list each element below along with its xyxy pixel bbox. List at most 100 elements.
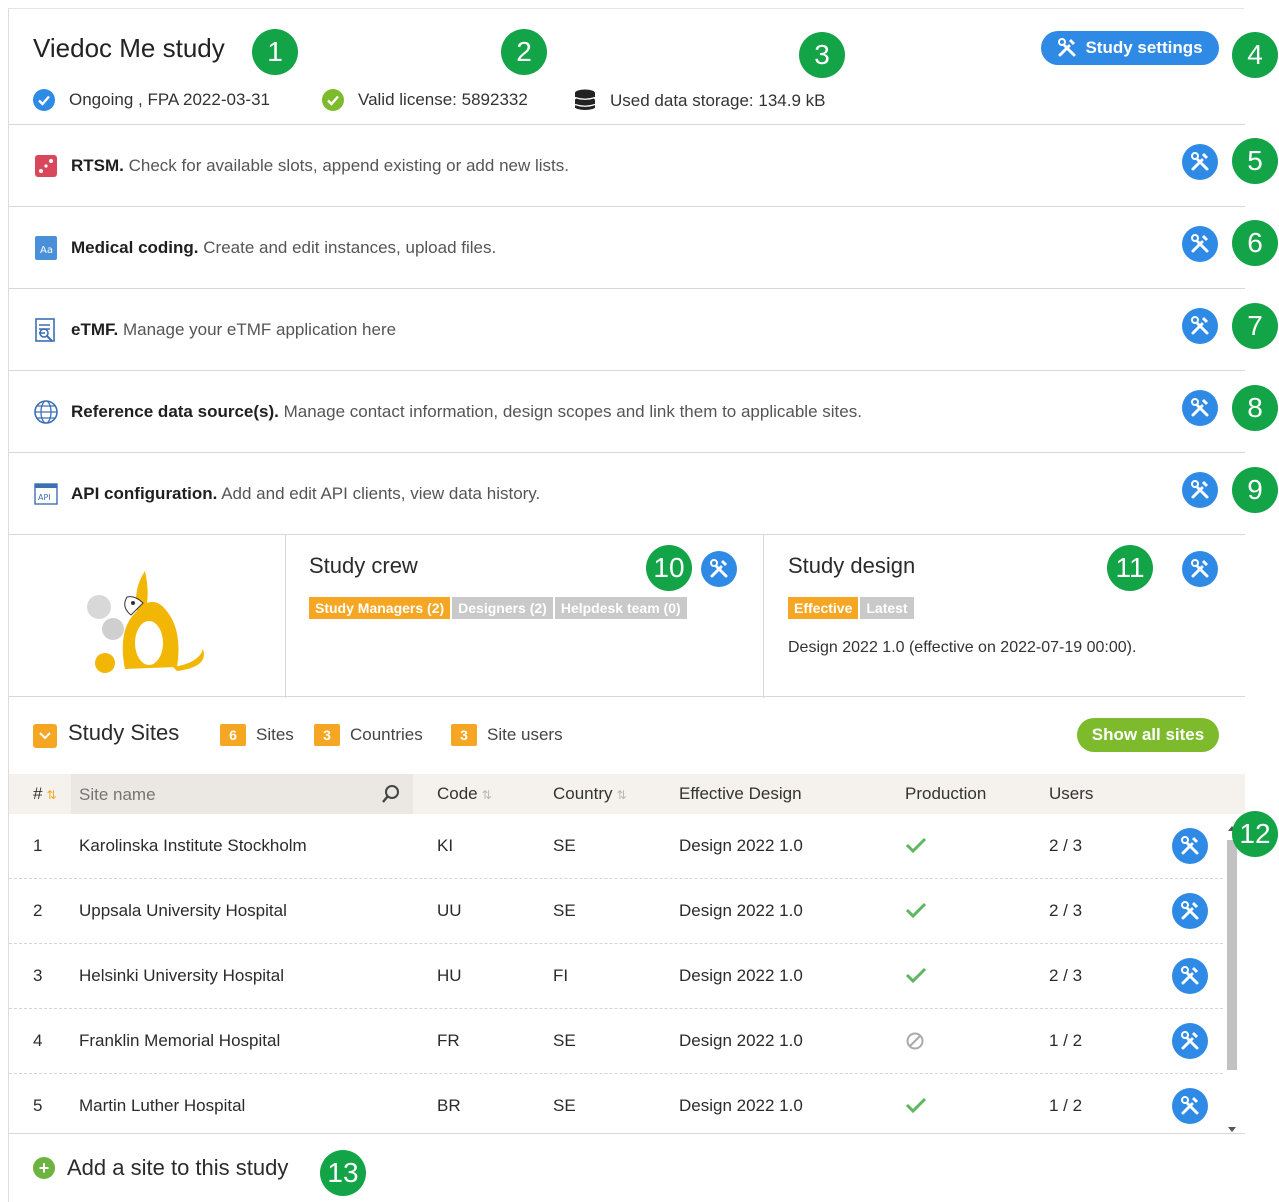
tools-icon: [1181, 1031, 1199, 1050]
table-row[interactable]: 5 Martin Luther Hospital BR SE Design 20…: [9, 1074, 1223, 1139]
production-check-icon: [905, 901, 927, 924]
study-design-settings-button[interactable]: [1182, 551, 1218, 587]
api-settings-button[interactable]: [1182, 472, 1218, 508]
table-row[interactable]: 2 Uppsala University Hospital UU SE Desi…: [9, 879, 1223, 944]
tools-icon: [1191, 316, 1209, 335]
countries-count: 3 Countries: [314, 724, 423, 746]
sites-table-scrollbar[interactable]: [1223, 822, 1241, 1140]
callout-4: 4: [1232, 32, 1278, 78]
reference-data-settings-button[interactable]: [1182, 390, 1218, 426]
production-disabled-icon: [905, 1031, 925, 1056]
site-name-search-input[interactable]: [79, 782, 369, 808]
site-users: 2 / 3: [1049, 901, 1083, 920]
site-code: HU: [437, 966, 462, 985]
site-settings-button[interactable]: [1172, 828, 1208, 864]
callout-12: 12: [1232, 811, 1278, 857]
site-country: SE: [553, 1096, 576, 1115]
chevron-down-icon: [39, 732, 51, 740]
column-effective-design: Effective Design: [679, 784, 802, 803]
tools-icon: [1191, 559, 1209, 578]
search-icon[interactable]: [381, 784, 401, 804]
svg-text:Aa: Aa: [40, 245, 53, 256]
site-settings-button[interactable]: [1172, 1088, 1208, 1124]
module-desc: Check for available slots, append existi…: [128, 155, 569, 175]
plus-circle-icon: +: [33, 1157, 55, 1179]
tab-study-managers[interactable]: Study Managers (2): [309, 597, 451, 619]
site-code: KI: [437, 836, 454, 855]
sort-icon: ⇅: [616, 788, 627, 802]
study-settings-button[interactable]: Study settings: [1041, 31, 1219, 65]
site-users: 2 / 3: [1049, 836, 1083, 855]
tools-icon: [1191, 398, 1209, 417]
site-code: BR: [437, 1096, 461, 1115]
module-desc: Add and edit API clients, view data hist…: [221, 483, 541, 503]
site-settings-button[interactable]: [1172, 1023, 1208, 1059]
column-number[interactable]: # ⇅: [33, 784, 57, 804]
tab-effective[interactable]: Effective: [788, 597, 859, 619]
row-number: 1: [33, 836, 43, 855]
add-site-link[interactable]: + Add a site to this study: [33, 1155, 288, 1181]
study-crew-title: Study crew: [309, 553, 418, 578]
site-users: 1 / 2: [1049, 1031, 1083, 1050]
column-production: Production: [905, 784, 987, 803]
callout-7: 7: [1232, 303, 1278, 349]
column-code[interactable]: Code ⇅: [437, 784, 492, 804]
production-check-icon: [905, 1096, 927, 1119]
row-number: 2: [33, 901, 43, 920]
collapse-sites-toggle[interactable]: [33, 724, 57, 748]
study-crew-settings-button[interactable]: [701, 551, 737, 587]
site-name: Martin Luther Hospital: [79, 1096, 246, 1115]
site-country: SE: [553, 836, 576, 855]
site-country: FI: [553, 966, 569, 985]
tab-helpdesk-team[interactable]: Helpdesk team (0): [554, 597, 687, 619]
show-all-sites-button[interactable]: Show all sites: [1077, 718, 1219, 752]
sites-table-header: #⇅ Code⇅ Country⇅ Effective Design Produ…: [9, 774, 1245, 814]
medical-coding-settings-button[interactable]: [1182, 226, 1218, 262]
site-code: FR: [437, 1031, 460, 1050]
module-row-api: API API configuration. Add and edit API …: [9, 452, 1245, 534]
module-name: Reference data source(s).: [71, 401, 279, 421]
site-design: Design 2022 1.0: [679, 1096, 803, 1115]
table-row[interactable]: 3 Helsinki University Hospital HU FI Des…: [9, 944, 1223, 1009]
module-name: Medical coding.: [71, 237, 199, 257]
sort-icon: ⇅: [481, 788, 492, 802]
study-status: Ongoing , FPA 2022-03-31: [33, 89, 270, 111]
tools-icon: [1191, 480, 1209, 499]
etmf-settings-button[interactable]: [1182, 308, 1218, 344]
tab-designers[interactable]: Designers (2): [452, 597, 553, 619]
callout-9: 9: [1232, 467, 1278, 513]
module-row-medical-coding: Aa Medical coding. Create and edit insta…: [9, 206, 1245, 288]
module-name: eTMF.: [71, 319, 119, 339]
table-row[interactable]: 1 Karolinska Institute Stockholm KI SE D…: [9, 814, 1223, 879]
tools-icon: [710, 559, 728, 578]
site-design: Design 2022 1.0: [679, 966, 803, 985]
site-country: SE: [553, 1031, 576, 1050]
site-settings-button[interactable]: [1172, 893, 1208, 929]
site-users: 1 / 2: [1049, 1096, 1083, 1115]
dice-icon: [33, 153, 59, 179]
site-settings-button[interactable]: [1172, 958, 1208, 994]
tab-latest[interactable]: Latest: [860, 597, 914, 619]
module-name: API configuration.: [71, 483, 218, 503]
api-icon: API: [33, 481, 59, 507]
tools-icon: [1058, 38, 1076, 57]
rtsm-settings-button[interactable]: [1182, 144, 1218, 180]
scrollbar-thumb[interactable]: [1227, 840, 1237, 1070]
callout-10: 10: [646, 545, 692, 591]
tools-icon: [1191, 234, 1209, 253]
tools-icon: [1181, 901, 1199, 920]
globe-icon: [33, 399, 59, 425]
site-name: Karolinska Institute Stockholm: [79, 836, 307, 855]
module-desc: Create and edit instances, upload files.: [203, 237, 497, 257]
callout-8: 8: [1232, 385, 1278, 431]
countries-count-label: Countries: [350, 725, 423, 744]
study-page: Viedoc Me study Ongoing , FPA 2022-03-31…: [8, 8, 1278, 1202]
module-row-etmf: eTMF. Manage your eTMF application here: [9, 288, 1245, 370]
status-text: Ongoing , FPA 2022-03-31: [69, 90, 270, 109]
site-design: Design 2022 1.0: [679, 836, 803, 855]
table-row[interactable]: 4 Franklin Memorial Hospital FR SE Desig…: [9, 1009, 1223, 1074]
callout-11: 11: [1107, 545, 1153, 591]
module-row-rtsm: RTSM. Check for available slots, append …: [9, 124, 1245, 206]
column-country[interactable]: Country ⇅: [553, 784, 627, 804]
valid-check-icon: [322, 89, 344, 111]
